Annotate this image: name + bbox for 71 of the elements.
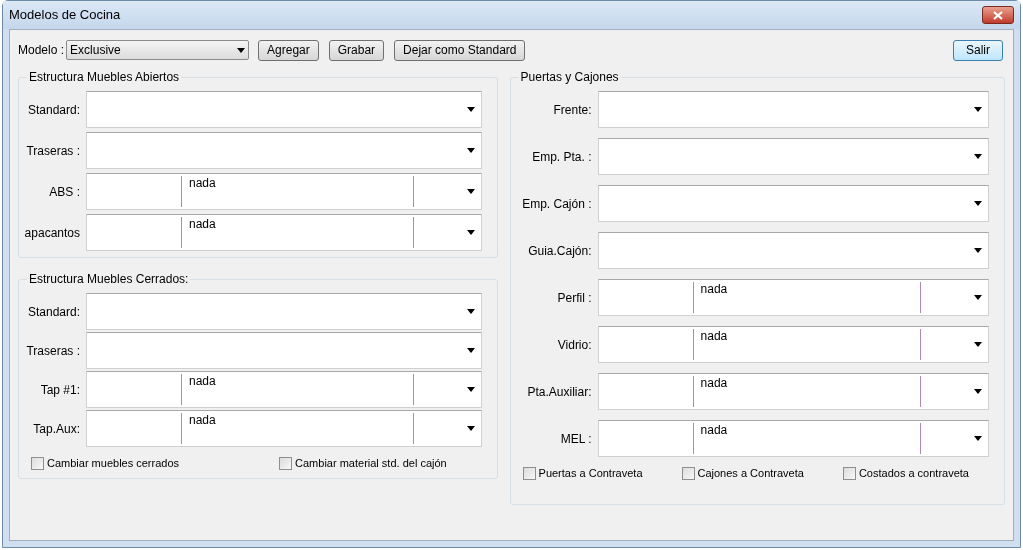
checkbox[interactable]	[279, 456, 293, 470]
combo-field[interactable]: nada	[86, 410, 482, 447]
combo-field[interactable]: nada	[86, 371, 482, 408]
checkbox-label: Costados a contraveta	[858, 466, 969, 481]
dropdown-arrow-icon	[974, 342, 982, 347]
combo-field[interactable]: nada	[597, 373, 989, 410]
dropdown-arrow-icon	[466, 309, 475, 314]
dropdown-arrow-icon	[974, 389, 982, 394]
combo-field[interactable]: nada	[597, 279, 989, 316]
field-label: Guia.Cajón:	[527, 243, 593, 260]
field-label: MEL :	[559, 431, 593, 448]
combo-field[interactable]	[86, 293, 482, 330]
checkbox-label: Cambiar material std. del cajón	[295, 456, 447, 471]
group-title: Puertas y Cajones	[519, 69, 620, 86]
dropdown-arrow-icon	[466, 230, 475, 235]
dropdown-arrow-icon	[974, 248, 982, 253]
dropdown-arrow-icon	[466, 348, 475, 353]
combo-field[interactable]: nada	[86, 214, 482, 251]
close-icon	[993, 10, 1003, 20]
combo-field[interactable]	[597, 91, 989, 128]
checkbox[interactable]	[31, 456, 44, 470]
combo-field[interactable]: nada	[597, 420, 989, 457]
dropdown-arrow-icon	[974, 107, 982, 112]
combo-field[interactable]	[86, 132, 482, 169]
field-label: Traseras :	[25, 143, 81, 160]
field-label: Vidrio:	[556, 337, 593, 354]
combo-field[interactable]	[597, 138, 989, 175]
exit-button[interactable]: Salir	[953, 39, 1003, 61]
combo-field[interactable]: nada	[86, 173, 482, 210]
group-title: Estructura Muebles Cerrados:	[28, 271, 190, 288]
field-label: apacantos	[23, 225, 81, 242]
model-label: Modelo :	[18, 42, 65, 59]
dropdown-arrow-icon	[466, 148, 475, 153]
field-label: Pta.Auxiliar:	[526, 384, 593, 401]
field-label: Frente:	[552, 102, 593, 119]
dropdown-arrow-icon	[974, 154, 982, 159]
field-label: Traseras :	[25, 343, 81, 360]
field-label: Tap #1:	[39, 382, 81, 399]
toolbar-button[interactable]: Dejar como Standard	[394, 39, 526, 61]
toolbar-button[interactable]: Grabar	[328, 39, 385, 61]
model-dropdown[interactable]: Exclusive	[66, 40, 250, 60]
dropdown-arrow-icon	[466, 387, 475, 392]
checkbox[interactable]	[842, 466, 856, 480]
combo-field[interactable]	[86, 91, 482, 128]
field-label: Tap.Aux:	[32, 421, 81, 438]
checkbox-label: Puertas a Contraveta	[538, 466, 643, 481]
dropdown-arrow-icon	[974, 295, 982, 300]
dropdown-arrow-icon	[974, 436, 982, 441]
dropdown-arrow-icon	[466, 107, 475, 112]
combo-field[interactable]	[86, 332, 482, 369]
checkbox[interactable]	[522, 466, 536, 480]
window-title: Modelos de Cocina	[9, 6, 121, 25]
field-label: Perfil :	[556, 290, 593, 307]
field-label: Standard:	[26, 102, 81, 119]
checkbox-label: Cajones a Contraveta	[697, 466, 804, 481]
combo-field[interactable]	[597, 232, 989, 269]
field-label: Emp. Cajón :	[521, 196, 593, 213]
close-button[interactable]	[982, 6, 1014, 24]
field-label: Standard:	[26, 304, 81, 321]
field-label: Emp. Pta. :	[531, 149, 593, 166]
dropdown-arrow-icon	[974, 201, 982, 206]
checkbox-label: Cambiar muebles cerrados	[47, 456, 180, 471]
dropdown-arrow-icon	[466, 426, 475, 431]
combo-field[interactable]: nada	[597, 326, 989, 363]
toolbar-button[interactable]: Agregar	[258, 39, 319, 61]
dropdown-arrow-icon	[466, 189, 475, 194]
dropdown-arrow-icon	[237, 47, 246, 53]
combo-field[interactable]	[597, 185, 989, 222]
checkbox[interactable]	[681, 466, 695, 480]
group-title: Estructura Muebles Abiertos	[28, 69, 181, 86]
field-label: ABS :	[48, 184, 81, 201]
